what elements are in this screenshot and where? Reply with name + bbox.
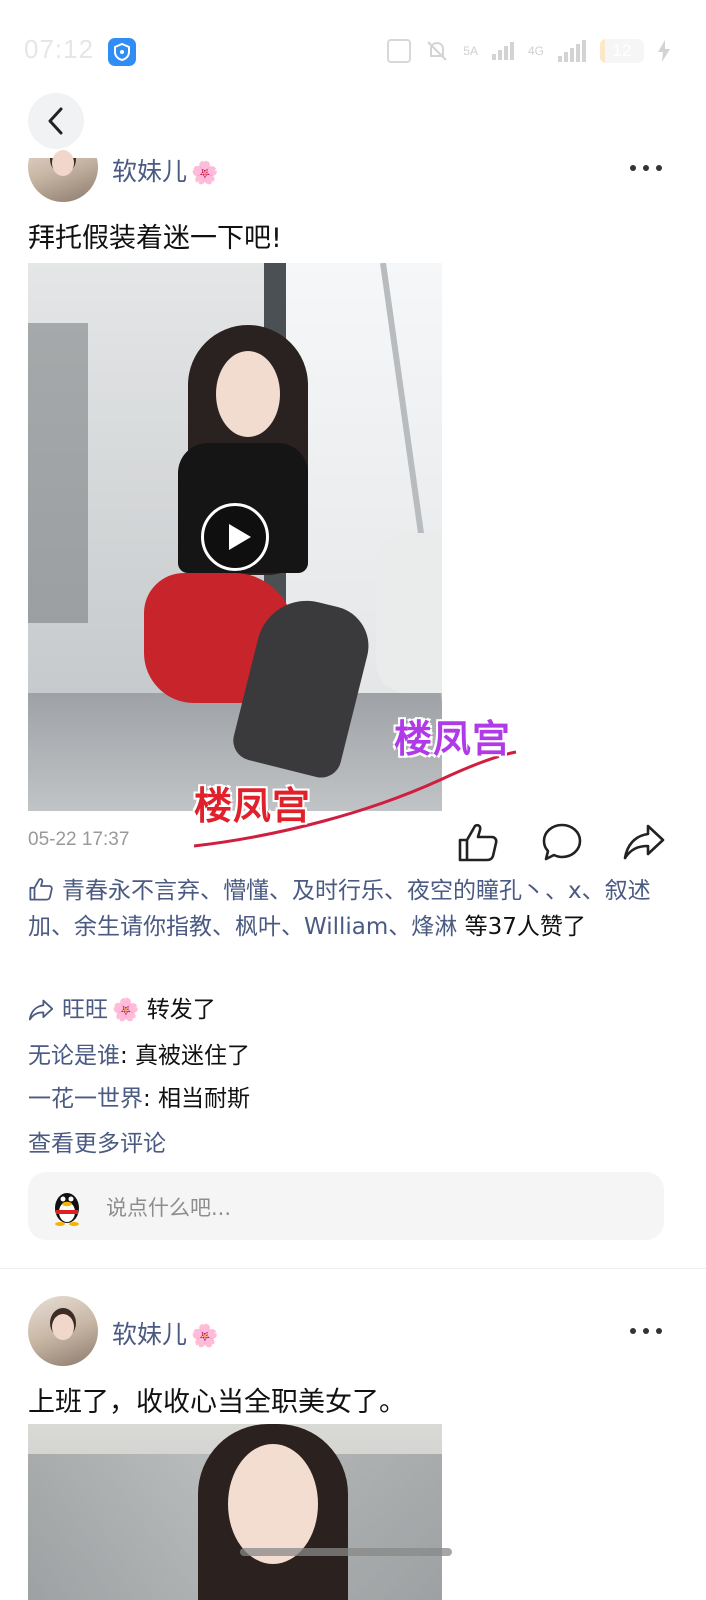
thumbs-up-icon [29, 878, 53, 901]
signal-icon [558, 40, 586, 62]
scroll-mask [0, 104, 706, 158]
comment-input[interactable]: 说点什么吧... [28, 1172, 664, 1240]
more-options-button[interactable] [630, 165, 662, 175]
play-button[interactable] [201, 503, 269, 571]
qq-penguin-icon [55, 1193, 79, 1226]
flower-emoji: 🌸 [191, 161, 219, 186]
network-label-2: 4G [527, 44, 544, 58]
avatar[interactable] [28, 1296, 98, 1366]
flower-emoji: 🌸 [191, 1324, 219, 1349]
post-text: 上班了，收收心当全职美女了。 [28, 1387, 406, 1418]
comment-button[interactable] [540, 820, 584, 864]
battery-icon: 12 [600, 39, 644, 63]
comment-item[interactable]: 无论是谁: 真被迷住了 [28, 1038, 250, 1074]
shield-icon [108, 38, 136, 66]
comment-text: : 相当耐斯 [143, 1086, 251, 1112]
share-button[interactable] [622, 820, 666, 864]
nfc-icon [387, 39, 412, 63]
watermark: 楼凤宫 [194, 784, 312, 828]
charging-icon [658, 40, 670, 62]
post-divider [0, 1268, 706, 1269]
like-button[interactable] [456, 820, 500, 864]
username[interactable]: 软妹儿 🌸 [112, 152, 218, 188]
home-indicator[interactable] [240, 1548, 452, 1556]
likes-list: 青春永不言弃、懵懂、及时行乐、夜空的瞳孔丶、x、叙述加、余生请你指教、枫叶、Wi… [28, 873, 668, 945]
more-options-button[interactable] [630, 1328, 662, 1338]
comment-text: : 真被迷住了 [120, 1043, 251, 1069]
post-video[interactable] [28, 263, 442, 811]
share-icon [623, 824, 665, 860]
back-button-overlay[interactable] [28, 93, 84, 149]
post-text: 拜托假装着迷一下吧! [28, 223, 282, 254]
battery-level: 12 [612, 41, 632, 60]
status-icons: 5A 4G 12 [387, 36, 670, 66]
network-label-1: 5A [463, 44, 478, 58]
view-more-comments-link[interactable]: 查看更多评论 [28, 1124, 166, 1158]
thumbs-up-icon [458, 823, 498, 862]
flower-emoji: 🌸 [112, 998, 140, 1023]
watermark: 楼凤宫 [394, 717, 512, 761]
comment-placeholder: 说点什么吧... [106, 1196, 232, 1220]
repost-user[interactable]: 旺旺 [62, 997, 108, 1023]
mute-icon [427, 41, 448, 61]
like-count-text: 等37人赞了 [457, 914, 586, 940]
repost-action: 转发了 [139, 997, 216, 1023]
chevron-left-icon [48, 107, 63, 135]
comment-user[interactable]: 无论是谁 [28, 1043, 120, 1069]
comment-user[interactable]: 一花一世界 [28, 1086, 143, 1112]
username[interactable]: 软妹儿 🌸 [112, 1315, 218, 1351]
post-timestamp: 05-22 17:37 [28, 829, 130, 850]
share-icon [28, 999, 54, 1021]
signal-icon [491, 42, 514, 60]
status-bar: 07:12 5A 4G 12 [0, 0, 706, 104]
post-image[interactable] [28, 1424, 442, 1600]
comment-item[interactable]: 一花一世界: 相当耐斯 [28, 1081, 250, 1117]
comment-bubble-icon [542, 823, 582, 861]
status-time: 07:12 [24, 34, 95, 64]
repost-line: 旺旺 🌸 转发了 [28, 992, 216, 1029]
